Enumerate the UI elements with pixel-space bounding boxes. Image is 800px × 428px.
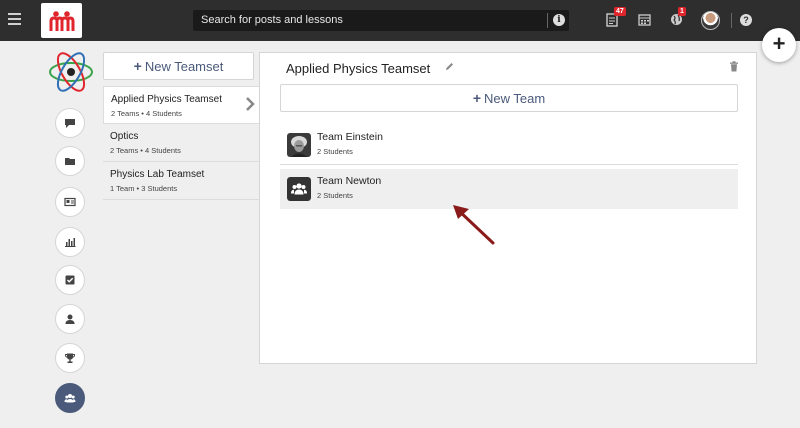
plus-icon: +	[133, 58, 142, 74]
id-card-icon	[64, 197, 76, 207]
trash-icon[interactable]	[729, 61, 739, 72]
users-icon	[64, 394, 76, 403]
search-placeholder: Search for posts and lessons	[201, 14, 343, 26]
rail-discussions-button[interactable]	[55, 108, 85, 138]
new-team-button[interactable]: + New Team	[280, 84, 738, 112]
checkbox-icon	[65, 275, 75, 285]
trophy-icon	[64, 353, 76, 363]
team-name: Team Newton	[317, 175, 382, 187]
messages-badge: 1	[678, 7, 686, 16]
rail-cards-button[interactable]	[55, 187, 85, 217]
teamset-meta: 1 Team • 3 Students	[110, 184, 178, 193]
search-bar[interactable]: Search for posts and lessons i	[193, 10, 569, 31]
school-logo[interactable]	[48, 49, 94, 95]
help-icon[interactable]: ?	[740, 14, 752, 26]
panel-title: Applied Physics Teamset	[286, 61, 431, 76]
teamset-name: Applied Physics Teamset	[111, 94, 222, 105]
teamset-detail-panel: Applied Physics Teamset + New Team Team E…	[259, 52, 757, 364]
top-navigation-bar: Search for posts and lessons i 47 1 ?	[0, 0, 800, 41]
team-row[interactable]: Team Newton 2 Students	[280, 169, 738, 209]
rail-analytics-button[interactable]	[55, 227, 85, 257]
user-icon	[65, 314, 75, 324]
notifications-badge: 47	[614, 7, 626, 16]
info-icon[interactable]: i	[553, 14, 565, 26]
rail-profile-button[interactable]	[55, 304, 85, 334]
teamset-item[interactable]: Optics 2 Teams • 4 Students	[103, 124, 259, 162]
new-team-label: New Team	[484, 91, 546, 106]
hamburger-menu-icon[interactable]	[8, 13, 21, 26]
teamset-meta: 2 Teams • 4 Students	[110, 146, 181, 155]
teamset-name: Physics Lab Teamset	[110, 169, 205, 180]
rail-tasks-button[interactable]	[55, 265, 85, 295]
team-name: Team Einstein	[317, 131, 383, 143]
team-einstein-avatar	[287, 133, 311, 157]
calendar-icon[interactable]	[638, 13, 652, 27]
rail-teams-button[interactable]	[55, 383, 85, 413]
pencil-icon[interactable]	[444, 61, 455, 72]
app-logo[interactable]	[41, 3, 82, 38]
rail-folders-button[interactable]	[55, 146, 85, 176]
annotation-arrow	[453, 205, 495, 245]
plus-icon: +	[472, 90, 481, 106]
teamset-item[interactable]: Physics Lab Teamset 1 Team • 3 Students	[103, 162, 259, 200]
teamset-item[interactable]: Applied Physics Teamset 2 Teams • 4 Stud…	[103, 86, 259, 124]
rail-badges-button[interactable]	[55, 343, 85, 373]
comment-icon	[65, 119, 75, 128]
team-newton-avatar	[287, 177, 311, 201]
folder-icon	[65, 158, 75, 165]
user-avatar[interactable]	[701, 11, 720, 30]
create-plus-button[interactable]: +	[762, 28, 796, 62]
teamset-list: Applied Physics Teamset 2 Teams • 4 Stud…	[103, 86, 259, 200]
new-teamset-button[interactable]: + New Teamset	[103, 52, 254, 80]
teamset-name: Optics	[110, 131, 139, 142]
header-divider	[731, 13, 732, 28]
teamset-meta: 2 Teams • 4 Students	[111, 109, 182, 118]
new-teamset-label: New Teamset	[144, 59, 224, 74]
search-divider	[547, 13, 548, 28]
chevron-right-icon	[246, 97, 255, 111]
users-icon	[287, 177, 311, 201]
bar-chart-icon	[65, 238, 76, 247]
team-meta: 2 Students	[317, 191, 353, 200]
team-meta: 2 Students	[317, 147, 353, 156]
team-row[interactable]: Team Einstein 2 Students	[280, 125, 738, 165]
